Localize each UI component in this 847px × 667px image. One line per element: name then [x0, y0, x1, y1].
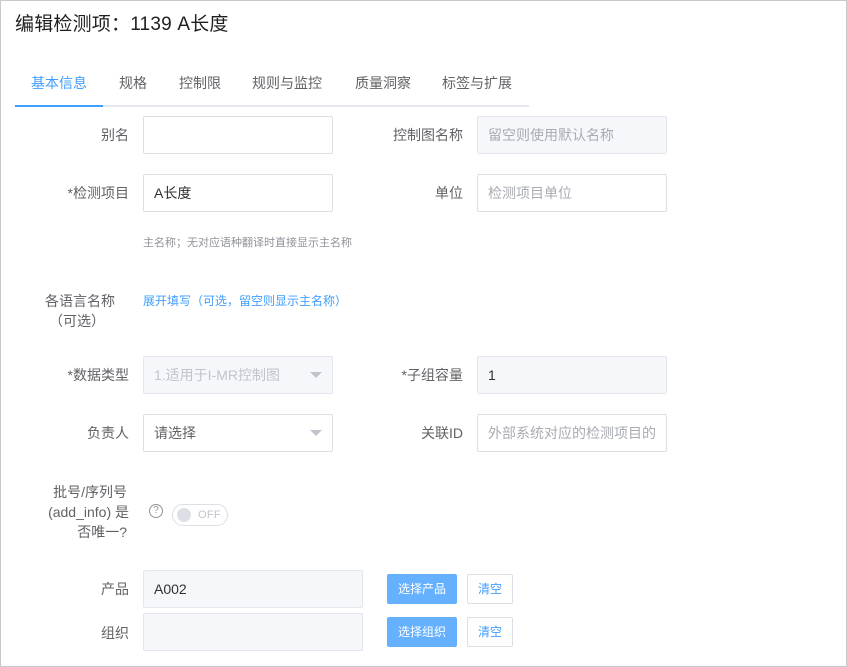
- switch-state-text: OFF: [198, 509, 221, 521]
- owner-value: 请选择: [154, 425, 196, 441]
- tab-rules-monitoring[interactable]: 规则与监控: [249, 63, 325, 107]
- org-input[interactable]: [143, 613, 363, 651]
- item-hint: 主名称；无对应语种翻译时直接显示主名称: [143, 237, 352, 249]
- chart-name-input[interactable]: [477, 116, 667, 154]
- clear-product-button[interactable]: 清空: [467, 574, 513, 604]
- org-label: 组织: [101, 625, 129, 641]
- product-label: 产品: [101, 581, 129, 597]
- related-id-label: 关联ID: [421, 425, 463, 441]
- unit-input[interactable]: [477, 174, 667, 212]
- unit-label: 单位: [435, 185, 463, 201]
- tab-bar: 基本信息 规格 控制限 规则与监控 质量洞察 标签与扩展: [15, 63, 529, 107]
- related-id-input[interactable]: [477, 414, 667, 452]
- batch-unique-switch[interactable]: OFF: [172, 504, 228, 526]
- data-type-select[interactable]: 1.适用于I-MR控制图: [143, 356, 333, 394]
- alias-input[interactable]: [143, 116, 333, 154]
- alias-label: 别名: [101, 127, 129, 143]
- owner-label: 负责人: [87, 425, 129, 441]
- item-input[interactable]: [143, 174, 333, 212]
- subgroup-input[interactable]: [477, 356, 667, 394]
- lang-names-label: 各语言名称 （可选）: [45, 293, 115, 329]
- data-type-label: *数据类型: [67, 367, 129, 383]
- clear-org-button[interactable]: 清空: [467, 617, 513, 647]
- owner-select[interactable]: 请选择: [143, 414, 333, 452]
- tab-spec[interactable]: 规格: [111, 63, 155, 107]
- switch-knob: [177, 508, 191, 522]
- product-input[interactable]: [143, 570, 363, 608]
- data-type-value: 1.适用于I-MR控制图: [154, 367, 280, 383]
- tab-control-limits[interactable]: 控制限: [175, 63, 225, 107]
- tab-tags-extensions[interactable]: 标签与扩展: [439, 63, 515, 107]
- chevron-down-icon: [310, 372, 322, 378]
- page-title: 编辑检测项：1139 A长度: [15, 14, 229, 35]
- batch-unique-label: 批号/序列号 (add_info) 是 否唯一?: [48, 484, 129, 540]
- chevron-down-icon: [310, 430, 322, 436]
- subgroup-label: *子组容量: [401, 367, 463, 383]
- chart-name-label: 控制图名称: [393, 127, 463, 143]
- help-icon[interactable]: ?: [149, 504, 163, 518]
- select-org-button[interactable]: 选择组织: [387, 617, 457, 647]
- expand-lang-names-link[interactable]: 展开填写（可选，留空则显示主名称）: [143, 292, 347, 309]
- tab-basic-info[interactable]: 基本信息: [15, 63, 103, 107]
- item-label: *检测项目: [67, 185, 129, 201]
- active-tab-indicator: [15, 105, 103, 107]
- edit-dialog: 编辑检测项：1139 A长度 基本信息 规格 控制限 规则与监控 质量洞察 标签…: [0, 0, 847, 667]
- tab-quality-insight[interactable]: 质量洞察: [351, 63, 415, 107]
- select-product-button[interactable]: 选择产品: [387, 574, 457, 604]
